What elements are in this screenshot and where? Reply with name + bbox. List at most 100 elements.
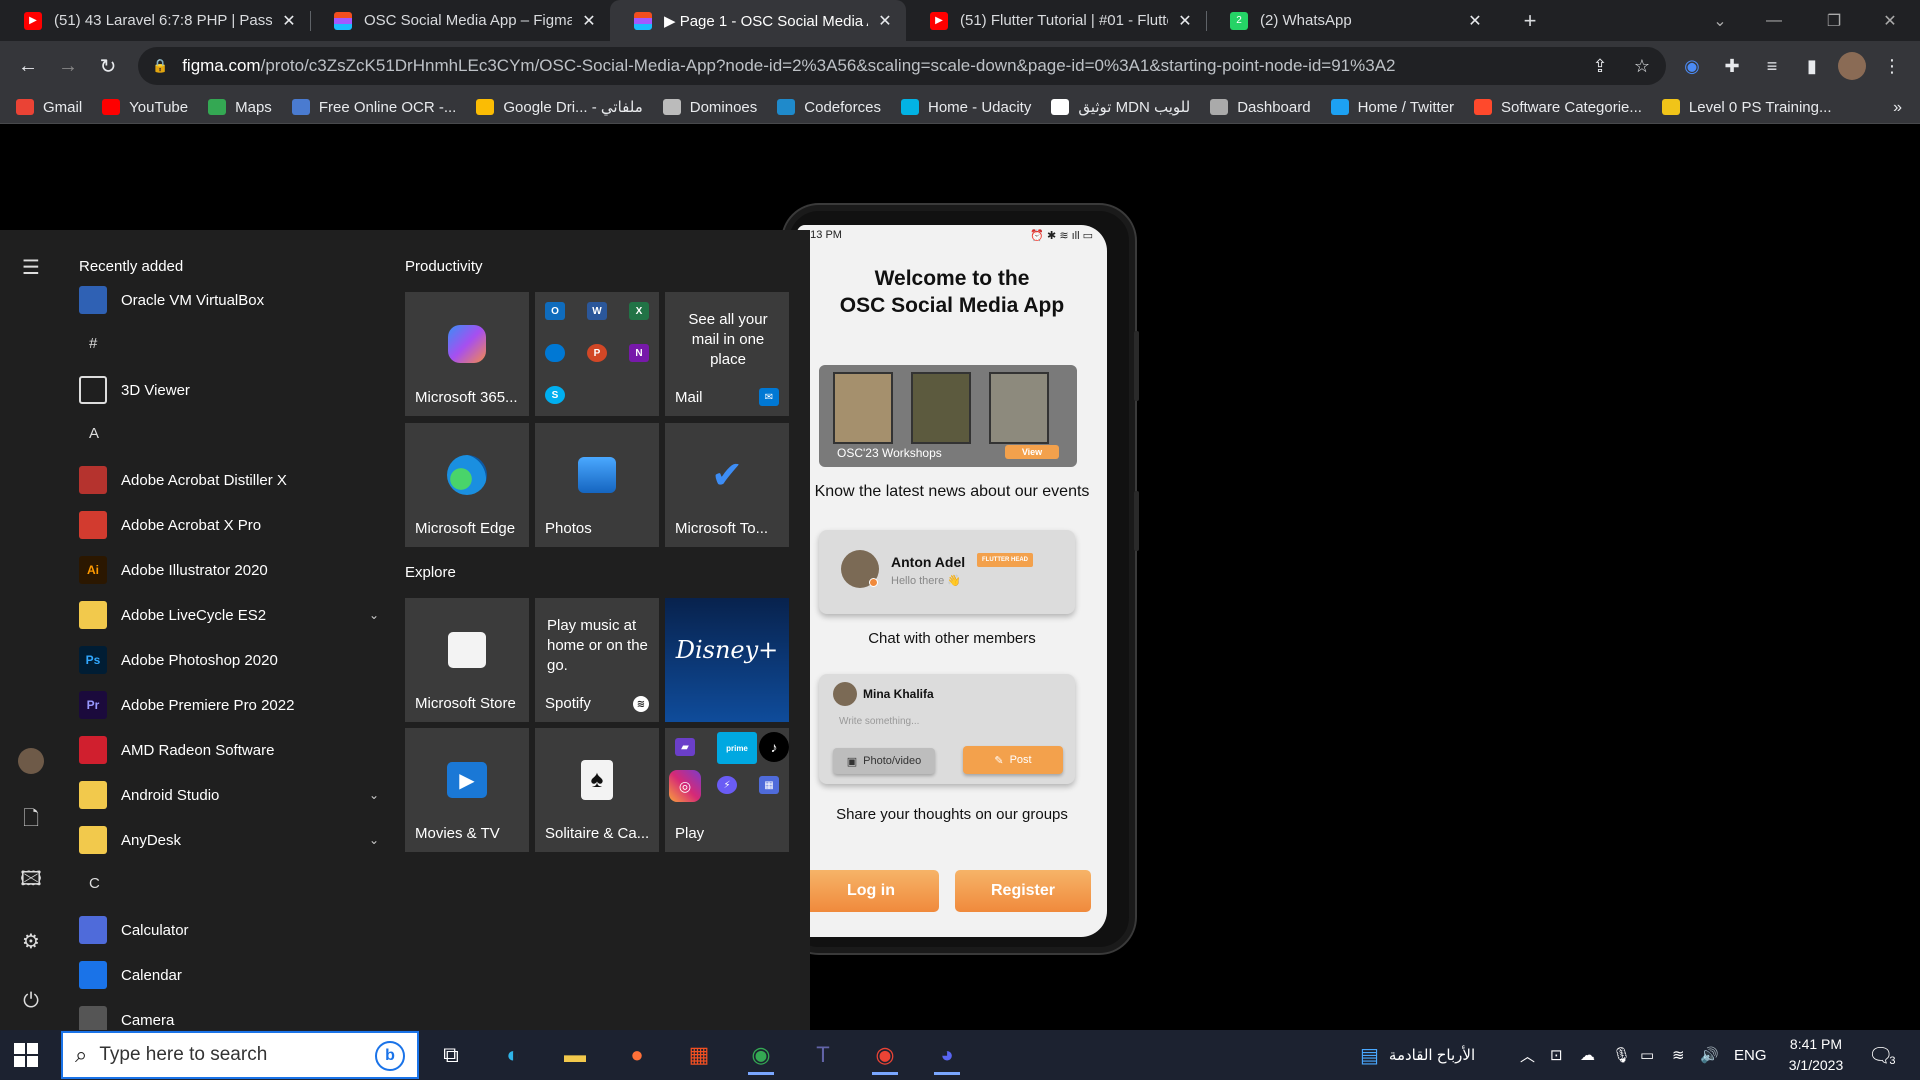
share-icon[interactable]: ⇪ — [1586, 52, 1614, 80]
tile-spotify[interactable]: Play music at home or on the go. Spotify… — [535, 598, 659, 722]
firefox-icon[interactable]: ● — [614, 1035, 660, 1075]
tray-news-widget[interactable]: ▤ الأرباح القادمة — [1360, 1030, 1475, 1080]
microsoft-store-icon[interactable]: ▦ — [676, 1035, 722, 1075]
tile-disney-plus[interactable]: Disney+ — [665, 598, 789, 722]
close-icon[interactable]: ✕ — [1176, 11, 1194, 31]
discord-icon[interactable]: ◕ — [924, 1035, 970, 1075]
bookmark-item[interactable]: Dashboard — [1210, 99, 1311, 116]
tile-microsoft-365[interactable]: Microsoft 365... — [405, 292, 529, 416]
app-list-letter-header[interactable]: A — [89, 425, 99, 442]
app-list-item[interactable]: Ps Adobe Photoshop 2020 — [79, 642, 379, 678]
tile-microsoft-edge[interactable]: Microsoft Edge — [405, 423, 529, 547]
reload-icon[interactable]: ↻ — [92, 50, 124, 82]
photo-video-button[interactable]: ▣ Photo/video — [833, 748, 935, 774]
tab-flutter-tutorial[interactable]: ▶ (51) Flutter Tutorial | #01 - Flutte ✕ — [906, 0, 1206, 41]
bookmark-item[interactable]: Home / Twitter — [1330, 99, 1454, 116]
app-list-item[interactable]: Calendar — [79, 957, 379, 993]
tab-whatsapp[interactable]: 2 (2) WhatsApp ✕ — [1206, 0, 1496, 41]
chrome-icon[interactable]: ◉ — [738, 1035, 784, 1075]
back-icon[interactable]: ← — [12, 50, 44, 82]
chrome-icon[interactable]: ◉ — [862, 1035, 908, 1075]
tab-search-icon[interactable]: ⌄ — [1690, 0, 1750, 41]
app-list-item[interactable]: AnyDesk ⌄ — [79, 822, 379, 858]
app-list-letter-header[interactable]: C — [89, 875, 100, 892]
bookmark-item[interactable]: Gmail — [16, 99, 82, 116]
bookmark-item[interactable]: YouTube — [102, 99, 188, 116]
tile-photos[interactable]: Photos — [535, 423, 659, 547]
taskbar-clock[interactable]: 8:41 PM 3/1/2023 — [1776, 1034, 1856, 1076]
bookmarks-overflow-icon[interactable]: » — [1893, 99, 1902, 117]
tile-play-folder[interactable]: ▰ prime ♪ ◎ ⚡ ▦ Play — [665, 728, 789, 852]
app-list-item[interactable]: Pr Adobe Premiere Pro 2022 — [79, 687, 379, 723]
app-list-item[interactable]: Ai Adobe Illustrator 2020 — [79, 552, 379, 588]
app-list-item[interactable]: Adobe Acrobat X Pro — [79, 507, 379, 543]
chevron-down-icon[interactable]: ⌄ — [369, 833, 379, 847]
task-view-icon[interactable]: ⧉ — [428, 1035, 474, 1075]
tile-solitaire[interactable]: ♠ Solitaire & Ca... — [535, 728, 659, 852]
tray-chevron-icon[interactable]: ︿ — [1520, 1030, 1535, 1080]
tab-figma-file[interactable]: OSC Social Media App – Figma ✕ — [310, 0, 610, 41]
media-control-icon[interactable]: ≡ — [1758, 52, 1786, 80]
notification-center-icon[interactable]: 🗨 3 — [1868, 1030, 1896, 1080]
tile-office-apps[interactable]: O W X P N S — [535, 292, 659, 416]
chevron-down-icon[interactable]: ⌄ — [369, 788, 379, 802]
app-list-letter-header[interactable]: # — [89, 335, 97, 352]
window-close-icon[interactable]: ✕ — [1860, 0, 1920, 41]
microphone-icon[interactable]: 🎙 — [1612, 1030, 1631, 1080]
battery-icon[interactable]: ▭ — [1640, 1030, 1654, 1080]
settings-gear-icon[interactable]: ⚙ — [18, 928, 44, 954]
restore-icon[interactable]: ❐ — [1804, 0, 1864, 41]
windows-start-icon[interactable] — [14, 1043, 38, 1067]
wifi-icon[interactable]: ≋ — [1672, 1030, 1685, 1080]
chevron-down-icon[interactable]: ⌄ — [369, 608, 379, 622]
bookmark-item[interactable]: توثيق MDN للويب — [1051, 98, 1190, 116]
tab-figma-prototype[interactable]: ▶ Page 1 - OSC Social Media Ap ✕ — [610, 0, 906, 41]
side-panel-icon[interactable]: ▮ — [1798, 52, 1826, 80]
workshops-view-button[interactable]: View — [1005, 445, 1059, 459]
taskbar-search-box[interactable]: ⌕ Type here to search b — [61, 1031, 419, 1079]
bookmark-item[interactable]: Google Dri... - ملفاتي — [476, 98, 643, 116]
tray-meet-icon[interactable]: ⊡ — [1550, 1030, 1563, 1080]
chat-preview-card[interactable]: Anton Adel FLUTTER HEAD Hello there 👋 — [819, 530, 1075, 614]
volume-icon[interactable]: 🔊 — [1700, 1030, 1719, 1080]
app-list-item[interactable]: Adobe Acrobat Distiller X — [79, 462, 379, 498]
tile-movies-tv[interactable]: ▶ Movies & TV — [405, 728, 529, 852]
close-icon[interactable]: ✕ — [580, 11, 598, 31]
app-list-item[interactable]: 3D Viewer — [79, 372, 379, 408]
close-icon[interactable]: ✕ — [876, 11, 894, 31]
new-tab-button[interactable]: + — [1510, 0, 1550, 41]
bing-icon[interactable]: b — [375, 1041, 405, 1071]
language-indicator[interactable]: ENG — [1734, 1030, 1767, 1080]
bookmark-item[interactable]: Dominoes — [662, 99, 757, 116]
app-list-item[interactable]: Adobe LiveCycle ES2 ⌄ — [79, 597, 379, 633]
bookmark-item[interactable]: Maps — [208, 99, 272, 116]
login-button[interactable]: Log in — [803, 870, 939, 912]
app-list-item[interactable]: AMD Radeon Software — [79, 732, 379, 768]
app-list-item[interactable]: Calculator — [79, 912, 379, 948]
app-list-item[interactable]: Camera — [79, 1002, 379, 1030]
bookmark-item[interactable]: Free Online OCR -... — [291, 99, 456, 116]
tile-microsoft-store[interactable]: Microsoft Store — [405, 598, 529, 722]
lock-icon[interactable]: 🔒 — [152, 58, 168, 74]
tile-mail[interactable]: See all your mail in one place Mail ✉ — [665, 292, 789, 416]
post-input[interactable]: Write something... — [839, 716, 919, 727]
edge-icon[interactable]: ◐ — [490, 1035, 536, 1075]
menu-kebab-icon[interactable]: ⋮ — [1878, 52, 1906, 80]
power-icon[interactable]: ⏻ — [18, 988, 44, 1014]
close-icon[interactable]: ✕ — [280, 11, 298, 31]
pictures-icon[interactable]: 🖾 — [18, 868, 44, 894]
extension-icon[interactable]: ◉ — [1678, 52, 1706, 80]
register-button[interactable]: Register — [955, 870, 1091, 912]
tile-microsoft-todo[interactable]: ✔ Microsoft To... — [665, 423, 789, 547]
file-explorer-icon[interactable]: ▬ — [552, 1035, 598, 1075]
tab-laravel[interactable]: ▶ (51) 43 Laravel 6:7:8 PHP | Passpo ✕ — [0, 0, 310, 41]
documents-icon[interactable]: 🗋 — [18, 808, 44, 834]
address-bar[interactable]: 🔒 figma.com/proto/c3ZsZcK51DrHnmhLEc3CYm… — [138, 47, 1666, 85]
app-list-item[interactable]: Android Studio ⌄ — [79, 777, 379, 813]
app-list-item[interactable]: Oracle VM VirtualBox — [79, 282, 379, 318]
extensions-puzzle-icon[interactable]: ✚ — [1718, 52, 1746, 80]
profile-avatar[interactable] — [1838, 52, 1866, 80]
close-icon[interactable]: ✕ — [1466, 11, 1484, 31]
user-avatar[interactable] — [18, 748, 44, 774]
bookmark-item[interactable]: Software Categorie... — [1474, 99, 1642, 116]
